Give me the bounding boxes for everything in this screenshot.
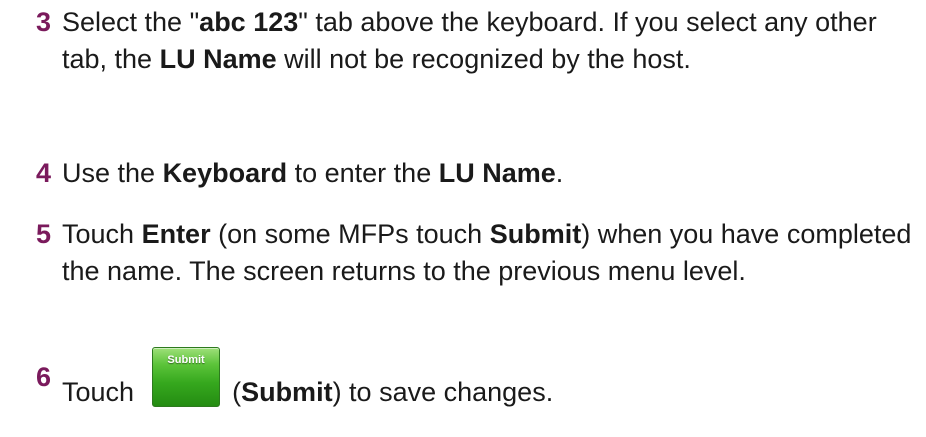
step-number: 3 — [36, 7, 52, 37]
text-run: ( — [232, 377, 242, 408]
text-run: (on some MFPs touch — [210, 219, 490, 249]
step-text: Use the Keyboard to enter the LU Name. — [62, 155, 912, 192]
bold-lu-name: LU Name — [438, 158, 556, 188]
text-run: Touch — [62, 377, 135, 408]
step-text: Touch Submit (Submit) to save changes. — [62, 347, 912, 429]
text-run: ) to save changes. — [332, 377, 554, 408]
submit-button-image: Submit — [152, 347, 221, 417]
text-run: Select the " — [62, 7, 200, 37]
text-run: to enter the — [287, 158, 439, 188]
text-run: . — [555, 158, 564, 188]
submit-button-label: Submit — [167, 354, 205, 366]
bold-keyboard: Keyboard — [162, 158, 288, 188]
text-run: Touch — [62, 219, 142, 249]
bold-lu-name: LU Name — [159, 44, 277, 74]
step-text: Touch Enter (on some MFPs touch Submit) … — [62, 216, 912, 290]
step-number: 6 — [36, 362, 52, 392]
step-text: Select the "abc 123" tab above the keybo… — [62, 4, 912, 78]
text-run: will not be recognized by the host. — [276, 44, 691, 74]
submit-button-graphic: Submit — [152, 347, 221, 407]
bold-submit: Submit — [489, 219, 582, 249]
bold-submit: Submit — [241, 377, 333, 408]
step-number: 4 — [36, 158, 52, 188]
text-run: Use the — [62, 158, 163, 188]
step-number: 5 — [36, 219, 52, 249]
bold-enter: Enter — [141, 219, 211, 249]
bold-tab-name: abc 123 — [199, 7, 299, 37]
